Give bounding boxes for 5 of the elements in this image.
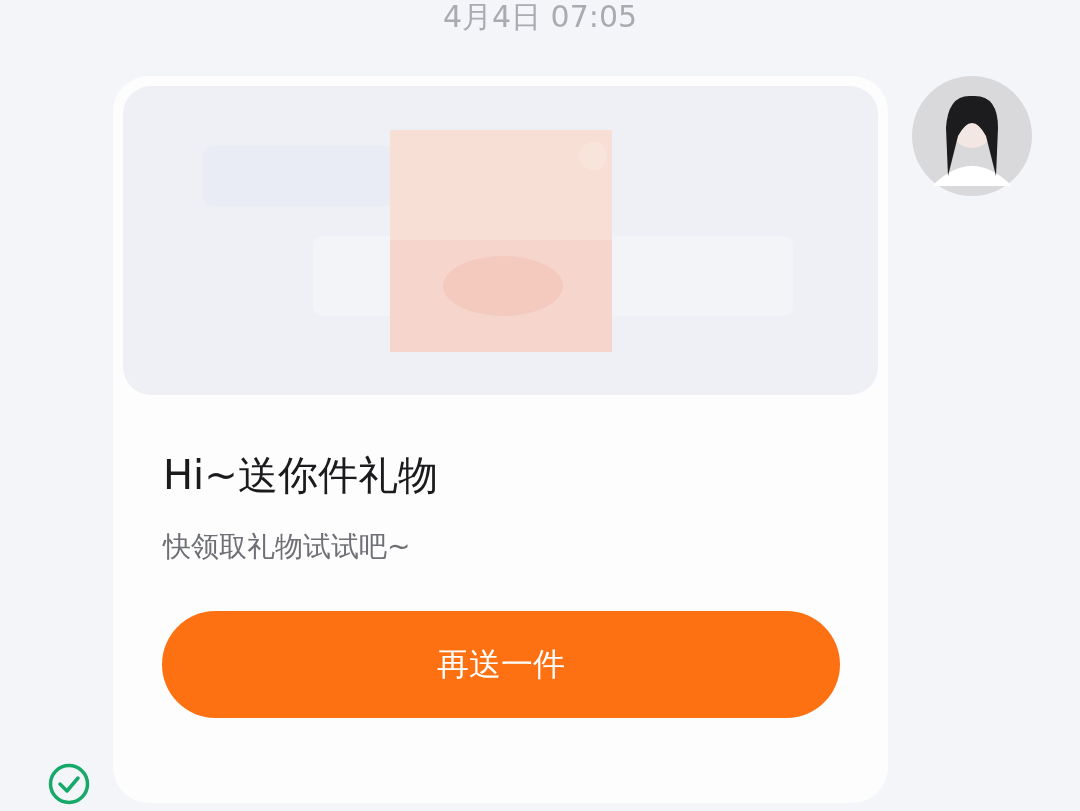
send-again-button[interactable]: 再送一件 — [162, 611, 840, 718]
message-subtitle: 快领取礼物试试吧~ — [163, 529, 412, 565]
timestamp: 4月4日 07:05 — [442, 0, 638, 36]
avatar-icon[interactable] — [912, 76, 1032, 196]
message-title: Hi~送你件礼物 — [163, 451, 439, 500]
